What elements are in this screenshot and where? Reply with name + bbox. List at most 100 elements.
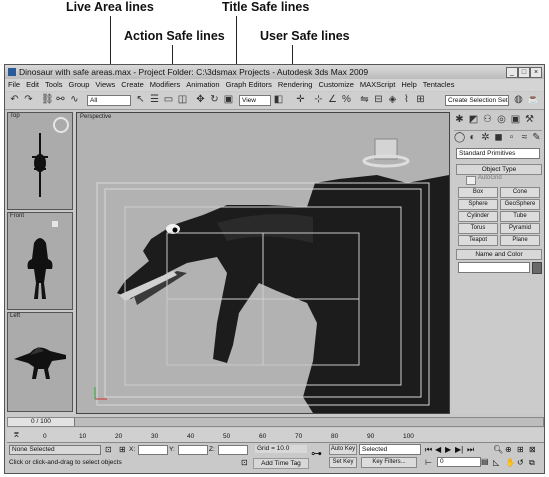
helpers-icon[interactable]: ▫ (506, 132, 517, 143)
mini-curve-editor-icon[interactable]: ⌆ (11, 429, 22, 440)
key-filters-button[interactable]: Key Filters... (361, 457, 417, 468)
rect-selection-icon[interactable]: ▭ (163, 94, 174, 105)
move-icon[interactable]: ✥ (195, 94, 206, 105)
mirror-icon[interactable]: ⇋ (359, 94, 370, 105)
add-time-tag[interactable]: Add Time Tag (253, 458, 309, 469)
teapot-button[interactable]: Teapot (458, 235, 498, 246)
pan-icon[interactable]: ✋ (505, 458, 515, 467)
menu-item-tentacles[interactable]: Tentacles (423, 80, 455, 89)
object-color-swatch[interactable] (532, 262, 542, 274)
menu-item-file[interactable]: File (8, 80, 20, 89)
time-tag-icon[interactable]: ⊡ (241, 458, 248, 467)
box-button[interactable]: Box (458, 187, 498, 198)
pivot-icon[interactable]: ◧ (273, 94, 284, 105)
perspective-viewport[interactable]: Perspective (76, 112, 450, 414)
x-coord-field[interactable] (138, 445, 168, 455)
menu-item-help[interactable]: Help (401, 80, 416, 89)
snap-icon[interactable]: ⊹ (313, 94, 324, 105)
torus-button[interactable]: Torus (458, 223, 498, 234)
maximize-button[interactable]: □ (518, 67, 530, 78)
minimize-button[interactable]: _ (506, 67, 518, 78)
y-coord-field[interactable] (178, 445, 208, 455)
menu-item-rendering[interactable]: Rendering (278, 80, 313, 89)
schematic-icon[interactable]: ⊞ (415, 94, 426, 105)
angle-snap-icon[interactable]: ∠ (327, 94, 338, 105)
name-color-rollout[interactable]: Name and Color (456, 249, 542, 260)
selection-filter-dropdown[interactable]: All (87, 95, 131, 106)
object-type-rollout[interactable]: Object Type (456, 164, 542, 175)
tube-button[interactable]: Tube (500, 211, 540, 222)
key-mode-toggle-icon[interactable]: ⊢ (425, 458, 432, 467)
menu-item-views[interactable]: Views (95, 80, 115, 89)
menu-item-maxscript[interactable]: MAXScript (360, 80, 395, 89)
plane-button[interactable]: Plane (500, 235, 540, 246)
modify-tab-icon[interactable]: ◩ (468, 114, 479, 125)
prev-frame-icon[interactable]: ◀ (435, 445, 441, 454)
set-key-button[interactable]: Set Key (329, 457, 357, 468)
undo-icon[interactable]: ↶ (9, 94, 20, 105)
autogrid-checkbox[interactable] (466, 176, 476, 185)
current-frame-field[interactable]: 0 (437, 457, 481, 467)
shapes-icon[interactable]: ◐ (467, 132, 478, 143)
key-mode-dropdown[interactable]: Selected (359, 444, 421, 455)
track-bar[interactable]: ⌆ 0 10 20 30 40 50 60 70 80 90 100 (7, 428, 544, 443)
go-to-start-icon[interactable]: ⏮ (425, 445, 432, 455)
maximize-viewport-icon[interactable]: ⧉ (529, 458, 535, 468)
zoom-icon[interactable]: 🔍︎ (493, 445, 503, 454)
menu-item-group[interactable]: Group (69, 80, 90, 89)
reference-coord-dropdown[interactable]: View (239, 95, 271, 106)
render-icon[interactable]: ☕ (527, 94, 539, 105)
rotate-icon[interactable]: ↻ (209, 94, 220, 105)
front-viewport[interactable]: Front (7, 212, 73, 310)
material-editor-icon[interactable]: ◍ (513, 94, 524, 105)
geometry-icon[interactable]: ◯ (454, 132, 465, 143)
geosphere-button[interactable]: GeoSphere (500, 199, 540, 210)
create-tab-icon[interactable]: ✱ (454, 114, 465, 125)
motion-tab-icon[interactable]: ◎ (496, 114, 507, 125)
time-config-icon[interactable]: ▤ (481, 457, 489, 466)
selection-set-dropdown[interactable]: Create Selection Set (445, 95, 509, 106)
curve-editor-icon[interactable]: ⌇ (401, 94, 412, 105)
cameras-icon[interactable]: ◼ (493, 132, 504, 143)
top-viewport[interactable]: Top (7, 112, 73, 210)
display-tab-icon[interactable]: ▣ (510, 114, 521, 125)
lock-selection-icon[interactable]: ⊡ (105, 445, 112, 454)
sphere-button[interactable]: Sphere (458, 199, 498, 210)
menu-item-create[interactable]: Create (121, 80, 144, 89)
go-to-end-icon[interactable]: ⏭ (467, 445, 474, 455)
time-slider-thumb[interactable]: 0 / 100 (8, 418, 75, 426)
menu-item-tools[interactable]: Tools (45, 80, 63, 89)
auto-key-button[interactable]: Auto Key (329, 444, 357, 455)
window-crossing-icon[interactable]: ◫ (177, 94, 188, 105)
select-by-name-icon[interactable]: ☰ (149, 94, 160, 105)
lights-icon[interactable]: ✲ (480, 132, 491, 143)
cone-button[interactable]: Cone (500, 187, 540, 198)
close-button[interactable]: × (530, 67, 542, 78)
pyramid-button[interactable]: Pyramid (500, 223, 540, 234)
select-manipulate-icon[interactable]: ✛ (295, 94, 306, 105)
scale-icon[interactable]: ▣ (223, 94, 234, 105)
transform-mode-icon[interactable]: ⊞ (119, 445, 126, 454)
menu-item-modifiers[interactable]: Modifiers (150, 80, 180, 89)
menu-item-customize[interactable]: Customize (318, 80, 353, 89)
redo-icon[interactable]: ↷ (23, 94, 34, 105)
menu-item-graph-editors[interactable]: Graph Editors (226, 80, 272, 89)
link-icon[interactable]: ⛓ (41, 94, 54, 105)
percent-snap-icon[interactable]: % (341, 94, 352, 105)
zoom-extents-all-icon[interactable]: ⊠ (529, 445, 536, 454)
left-viewport[interactable]: Left (7, 312, 73, 412)
zoom-extents-icon[interactable]: ⊞ (517, 445, 524, 454)
menu-item-animation[interactable]: Animation (186, 80, 219, 89)
primitive-category-dropdown[interactable]: Standard Primitives (456, 148, 540, 159)
unlink-icon[interactable]: ⚯ (55, 94, 66, 105)
cylinder-button[interactable]: Cylinder (458, 211, 498, 222)
systems-icon[interactable]: ✎ (531, 132, 542, 143)
fov-icon[interactable]: ◺ (493, 458, 499, 467)
select-object-icon[interactable]: ↖ (135, 94, 146, 105)
utilities-tab-icon[interactable]: ⚒ (524, 114, 535, 125)
bind-spacewarp-icon[interactable]: ∿ (69, 94, 80, 105)
align-icon[interactable]: ⊟ (373, 94, 384, 105)
spacewarps-icon[interactable]: ≈ (519, 132, 530, 143)
layer-icon[interactable]: ◈ (387, 94, 398, 105)
zoom-all-icon[interactable]: ⊕ (505, 445, 512, 454)
